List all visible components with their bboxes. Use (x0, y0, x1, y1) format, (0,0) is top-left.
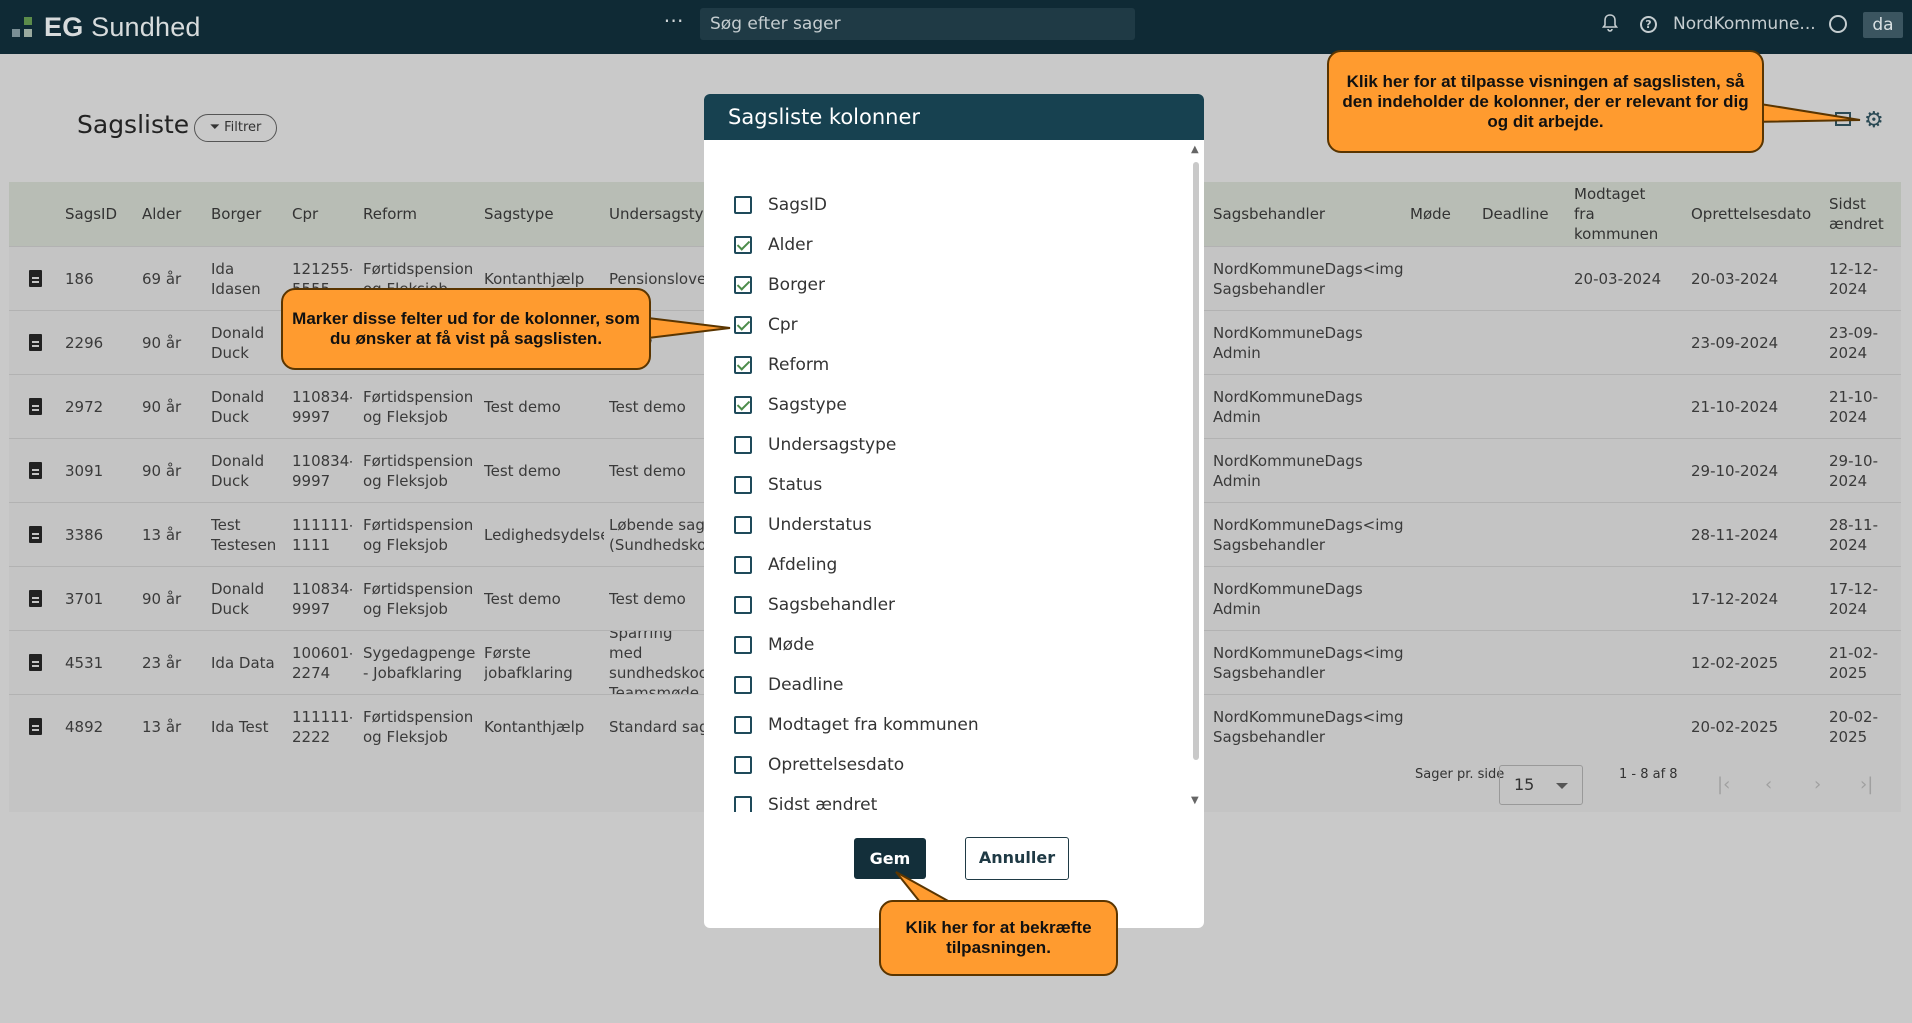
callout-pointer-settings (1747, 100, 1861, 124)
callout-pointers (647, 100, 1861, 903)
callout-save: Klik her for at bekræfte tilpasningen. (879, 900, 1118, 976)
callout-pointer-checkboxes (647, 316, 731, 340)
callout-settings: Klik her for at tilpasse visningen af sa… (1327, 50, 1764, 153)
callout-checkboxes: Marker disse felter ud for de kolonner, … (281, 288, 651, 370)
callout-pointer-save (895, 871, 954, 903)
